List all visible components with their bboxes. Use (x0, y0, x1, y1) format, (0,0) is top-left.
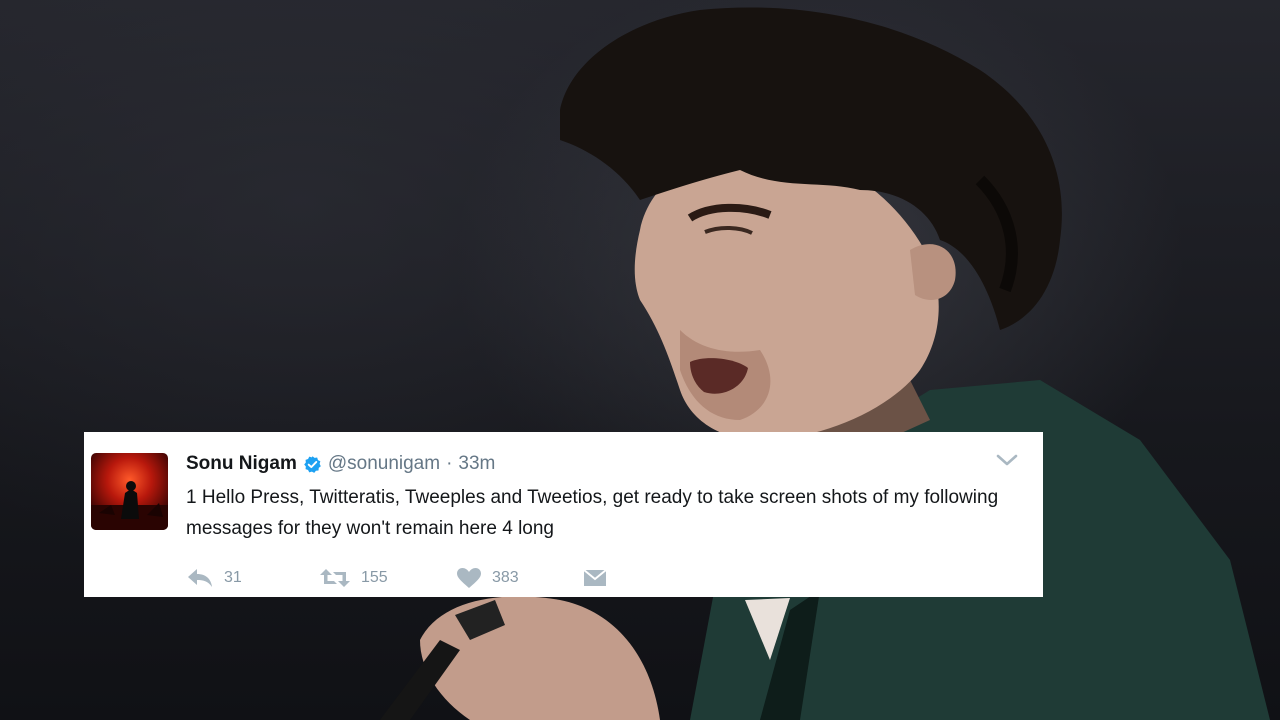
tweet-text: 1 Hello Press, Twitteratis, Tweeples and… (186, 487, 999, 539)
reply-count: 31 (224, 569, 242, 586)
like-button[interactable]: 383 (456, 565, 519, 591)
user-handle[interactable]: @sonunigam (328, 453, 440, 475)
author-name[interactable]: Sonu Nigam (186, 453, 297, 475)
singer-photo (380, 7, 1270, 720)
avatar[interactable] (91, 453, 168, 530)
like-count: 383 (492, 569, 519, 586)
avatar-image (91, 481, 168, 530)
separator-dot: · (446, 453, 453, 474)
direct-message-button[interactable] (582, 565, 608, 591)
chevron-down-icon[interactable] (994, 451, 1020, 469)
reply-icon (188, 569, 212, 587)
tweet-timestamp[interactable]: 33m (458, 453, 495, 475)
tweet-card[interactable]: Sonu Nigam @sonunigam · 33m 1 Hello Pres… (84, 432, 1043, 597)
heart-icon (457, 568, 481, 588)
tweet-header: Sonu Nigam @sonunigam · 33m (186, 452, 495, 476)
retweet-button[interactable]: 155 (319, 565, 388, 591)
reply-button[interactable]: 31 (186, 565, 242, 591)
verified-badge-icon (304, 455, 321, 473)
direct-message-icon (583, 569, 607, 586)
retweet-count: 155 (361, 569, 388, 586)
retweet-icon (320, 569, 350, 587)
